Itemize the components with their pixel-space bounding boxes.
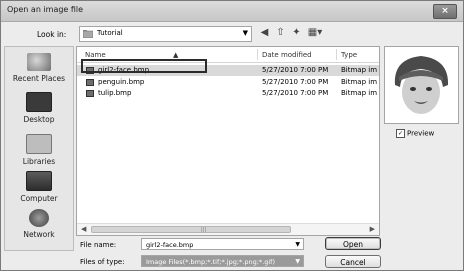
file-name: penguin.bmp [98,78,145,86]
file-type-label: Files of type: [80,258,125,266]
column-date-modified[interactable]: Date modified [262,51,312,59]
file-type: Bitmap im [341,78,378,86]
checkbox-checked-icon: ✓ [396,129,405,138]
sort-ascending-icon: ▲ [173,51,179,59]
bitmap-file-icon [86,90,94,97]
network-icon [29,209,49,227]
scroll-right-icon[interactable]: ▶ [370,225,375,233]
place-label: Recent Places [12,74,66,83]
open-button[interactable]: Open [325,237,381,250]
place-network[interactable]: Network [5,209,73,239]
view-menu-icon[interactable]: ▦▾ [306,26,324,40]
title-bar[interactable]: Open an image file × [1,1,463,22]
place-desktop[interactable]: Desktop [5,92,73,124]
preview-label: Preview [407,129,435,138]
desktop-icon [26,92,52,112]
selection-highlight-frame [81,59,207,73]
close-button[interactable]: × [433,4,457,19]
file-type-value: Image Files(*.bmp;*.tif;*.jpg;*.png;*.gi… [146,258,275,266]
file-name-label: File name: [80,241,117,249]
dialog-title: Open an image file [7,5,84,14]
place-label: Desktop [23,115,55,124]
places-bar: Recent Places Desktop Libraries Computer… [4,46,74,251]
look-in-value: Tutorial [97,29,123,37]
grip-icon: ||| [201,227,207,233]
column-name[interactable]: Name [85,51,106,59]
preview-checkbox[interactable]: ✓ Preview [396,129,434,138]
place-label: Libraries [22,157,56,166]
computer-icon [26,171,52,191]
preview-pane [384,46,459,124]
horizontal-scrollbar[interactable]: ◀ ||| ▶ [77,223,379,235]
look-in-label: Look in: [37,30,67,39]
back-icon[interactable]: ◀ [258,26,271,40]
place-label: Computer [20,194,58,203]
new-folder-icon[interactable]: ✦ [290,26,303,40]
up-folder-icon[interactable]: ⇧ [274,26,287,40]
preview-image [385,47,458,123]
recent-places-icon [27,53,51,71]
libraries-icon [26,134,52,154]
scrollbar-thumb[interactable]: ||| [91,226,291,233]
file-name-input[interactable]: girl2-face.bmp ▼ [141,238,304,250]
file-date: 5/27/2010 7:00 PM [262,78,329,86]
chevron-down-icon: ▼ [242,29,248,37]
file-name: tulip.bmp [98,89,132,97]
file-type: Bitmap im [341,89,378,97]
column-divider[interactable] [336,49,337,60]
place-label: Network [23,230,55,239]
place-libraries[interactable]: Libraries [5,134,73,166]
cancel-button[interactable]: Cancel [325,255,381,268]
file-type-dropdown[interactable]: Image Files(*.bmp;*.tif;*.jpg;*.png;*.gi… [141,255,304,267]
file-row[interactable]: penguin.bmp 5/27/2010 7:00 PM Bitmap im [77,77,379,88]
chevron-down-icon: ▼ [295,258,300,265]
column-type[interactable]: Type [341,51,357,59]
place-computer[interactable]: Computer [5,171,73,203]
column-divider[interactable] [257,49,258,60]
file-type: Bitmap im [341,66,378,74]
folder-icon [83,30,93,38]
look-in-dropdown[interactable]: Tutorial ▼ [79,26,252,42]
bitmap-file-icon [86,79,94,86]
file-name-value: girl2-face.bmp [146,241,194,249]
scroll-left-icon[interactable]: ◀ [81,225,86,233]
file-row[interactable]: tulip.bmp 5/27/2010 7:00 PM Bitmap im [77,88,379,99]
chevron-down-icon: ▼ [295,241,300,248]
file-date: 5/27/2010 7:00 PM [262,66,329,74]
place-recent-places[interactable]: Recent Places [5,53,73,83]
open-image-dialog: Open an image file × Look in: Tutorial ▼… [0,0,464,271]
file-list[interactable]: ▲ Name Date modified Type girl2-face.bmp… [76,46,380,236]
file-date: 5/27/2010 7:00 PM [262,89,329,97]
